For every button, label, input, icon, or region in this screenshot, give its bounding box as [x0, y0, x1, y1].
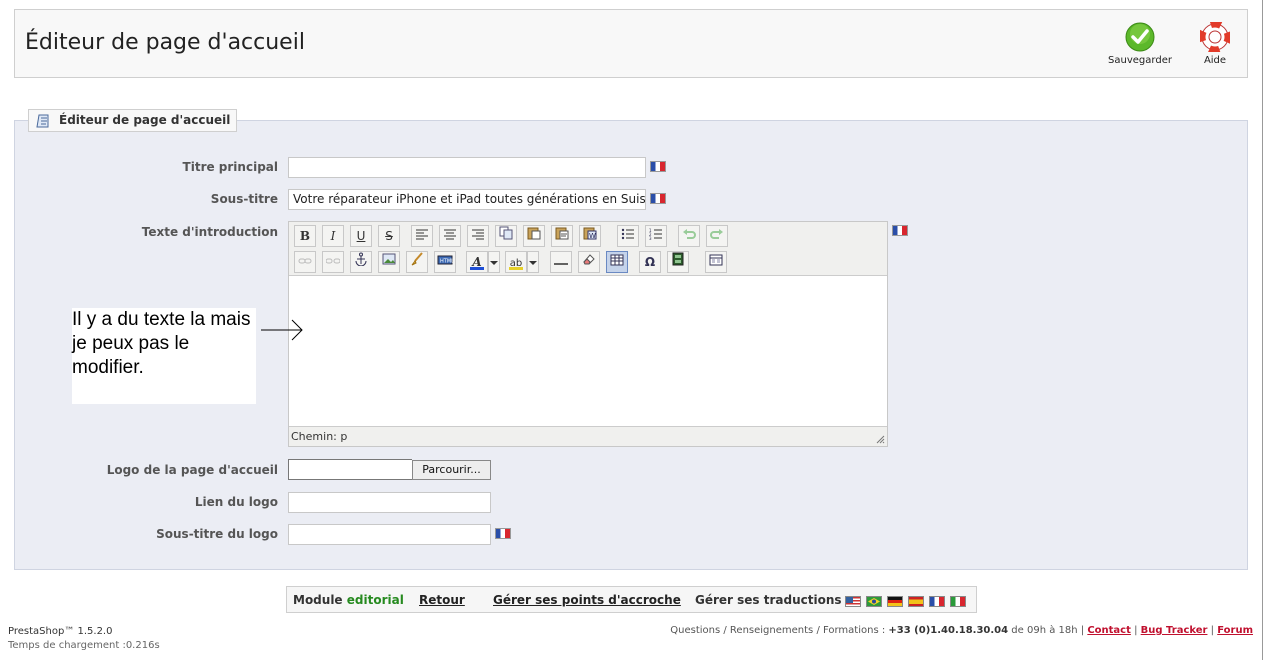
window-edge — [1262, 0, 1263, 660]
annotation-note: Il y a du texte la mais je peux pas le m… — [72, 308, 256, 404]
phone-number: +33 (0)1.40.18.30.04 — [888, 625, 1009, 636]
copy-icon[interactable] — [495, 225, 517, 247]
bug-tracker-link[interactable]: Bug Tracker — [1141, 625, 1208, 636]
hooks-link[interactable]: Gérer ses points d'accroche — [493, 593, 681, 607]
resize-handle-icon[interactable] — [875, 434, 885, 444]
template-icon[interactable] — [705, 251, 727, 273]
footer-info: PrestaShop™ 1.5.2.0 Temps de chargement … — [8, 625, 160, 653]
questions-text: Questions / Renseignements / Formations … — [670, 625, 886, 636]
flag-it-icon[interactable] — [950, 596, 966, 607]
toolbar-header: Éditeur de page d'accueil Sauvegarder Ai… — [14, 9, 1248, 78]
logo-subtitle-label: Sous-titre du logo — [156, 527, 278, 541]
svg-text:3: 3 — [649, 236, 652, 240]
intro-label: Texte d'introduction — [141, 225, 278, 239]
flag-de-icon[interactable] — [887, 596, 903, 607]
flag-br-icon[interactable] — [866, 596, 882, 607]
module-name: editorial — [346, 593, 404, 607]
module-prefix: Module editorial — [293, 593, 404, 607]
editor-toolbar: B I U S W 123 HTML A ab Ω — [289, 222, 887, 276]
background-color-dropdown-icon[interactable] — [527, 251, 539, 273]
insert-image-icon[interactable] — [378, 251, 400, 273]
align-center-icon[interactable] — [439, 225, 461, 247]
arrow-icon — [261, 319, 303, 341]
editor-statusbar: Chemin: p — [289, 426, 887, 446]
save-button[interactable]: Sauvegarder — [1105, 22, 1175, 66]
separator: | — [1210, 625, 1215, 636]
bold-icon[interactable]: B — [294, 225, 316, 247]
french-flag-icon[interactable] — [892, 225, 908, 236]
flag-es-icon[interactable] — [908, 596, 924, 607]
version-text: PrestaShop™ 1.5.2.0 — [8, 626, 113, 637]
main-title-label: Titre principal — [182, 160, 278, 174]
forum-link[interactable]: Forum — [1217, 625, 1253, 636]
svg-text:HTML: HTML — [440, 259, 453, 265]
separator: | — [1134, 625, 1138, 636]
unlink-icon[interactable] — [322, 251, 344, 273]
french-flag-icon[interactable] — [650, 193, 666, 204]
lifebuoy-icon — [1200, 22, 1230, 52]
rich-text-editor[interactable]: B I U S W 123 HTML A ab Ω Chemin: p — [288, 221, 888, 447]
hours-text: de 09h à 18h | — [1011, 625, 1085, 636]
text-color-dropdown-icon[interactable] — [488, 251, 500, 273]
fieldset-legend: Éditeur de page d'accueil — [28, 109, 238, 132]
main-title-input[interactable] — [288, 157, 646, 178]
document-icon — [36, 114, 49, 128]
special-character-icon[interactable]: Ω — [639, 251, 661, 273]
anchor-icon[interactable] — [350, 251, 372, 273]
save-label: Sauvegarder — [1108, 55, 1172, 66]
subtitle-input[interactable]: Votre réparateur iPhone et iPad toutes g… — [288, 189, 646, 210]
paste-word-icon[interactable]: W — [579, 225, 601, 247]
horizontal-rule-icon[interactable] — [550, 251, 572, 273]
support-info: Questions / Renseignements / Formations … — [670, 625, 1253, 636]
page-title: Éditeur de page d'accueil — [25, 30, 305, 55]
logo-label: Logo de la page d'accueil — [106, 463, 278, 477]
cleanup-brush-icon[interactable] — [406, 251, 428, 273]
background-color-icon[interactable]: ab — [505, 251, 527, 273]
module-footer-bar: Module editorial Retour Gérer ses points… — [286, 586, 977, 613]
paste-text-icon[interactable] — [551, 225, 573, 247]
editor-path: Chemin: p — [291, 430, 348, 443]
translations-label: Gérer ses traductions : — [695, 593, 851, 607]
legend-text: Éditeur de page d'accueil — [59, 113, 231, 127]
strikethrough-icon[interactable]: S — [378, 225, 400, 247]
flag-fr-icon[interactable] — [929, 596, 945, 607]
logo-file-input[interactable] — [288, 459, 412, 480]
html-source-icon[interactable]: HTML — [434, 251, 456, 273]
italic-icon[interactable]: I — [322, 225, 344, 247]
link-icon[interactable] — [294, 251, 316, 273]
checkmark-icon — [1125, 22, 1155, 52]
contact-link[interactable]: Contact — [1087, 625, 1131, 636]
help-button[interactable]: Aide — [1180, 22, 1250, 66]
subtitle-label: Sous-titre — [210, 192, 278, 206]
media-film-icon[interactable] — [667, 251, 689, 273]
align-right-icon[interactable] — [467, 225, 489, 247]
bullet-list-icon[interactable] — [617, 225, 639, 247]
underline-icon[interactable]: U — [350, 225, 372, 247]
svg-text:W: W — [589, 232, 596, 240]
text-color-icon[interactable]: A — [466, 251, 488, 273]
french-flag-icon[interactable] — [650, 161, 666, 172]
undo-icon[interactable] — [678, 225, 700, 247]
align-left-icon[interactable] — [411, 225, 433, 247]
logo-subtitle-input[interactable] — [288, 524, 491, 545]
table-icon[interactable] — [606, 251, 628, 273]
flag-us-icon[interactable] — [845, 596, 861, 607]
redo-icon[interactable] — [706, 225, 728, 247]
logo-link-label: Lien du logo — [194, 495, 278, 509]
load-time-text: Temps de chargement :0.216s — [8, 640, 160, 651]
browse-button[interactable]: Parcourir... — [412, 460, 491, 480]
paste-icon[interactable] — [523, 225, 545, 247]
eraser-icon[interactable] — [578, 251, 600, 273]
numbered-list-icon[interactable]: 123 — [645, 225, 667, 247]
logo-link-input[interactable] — [288, 492, 491, 513]
french-flag-icon[interactable] — [495, 528, 511, 539]
back-link[interactable]: Retour — [419, 593, 465, 607]
help-label: Aide — [1203, 55, 1227, 66]
